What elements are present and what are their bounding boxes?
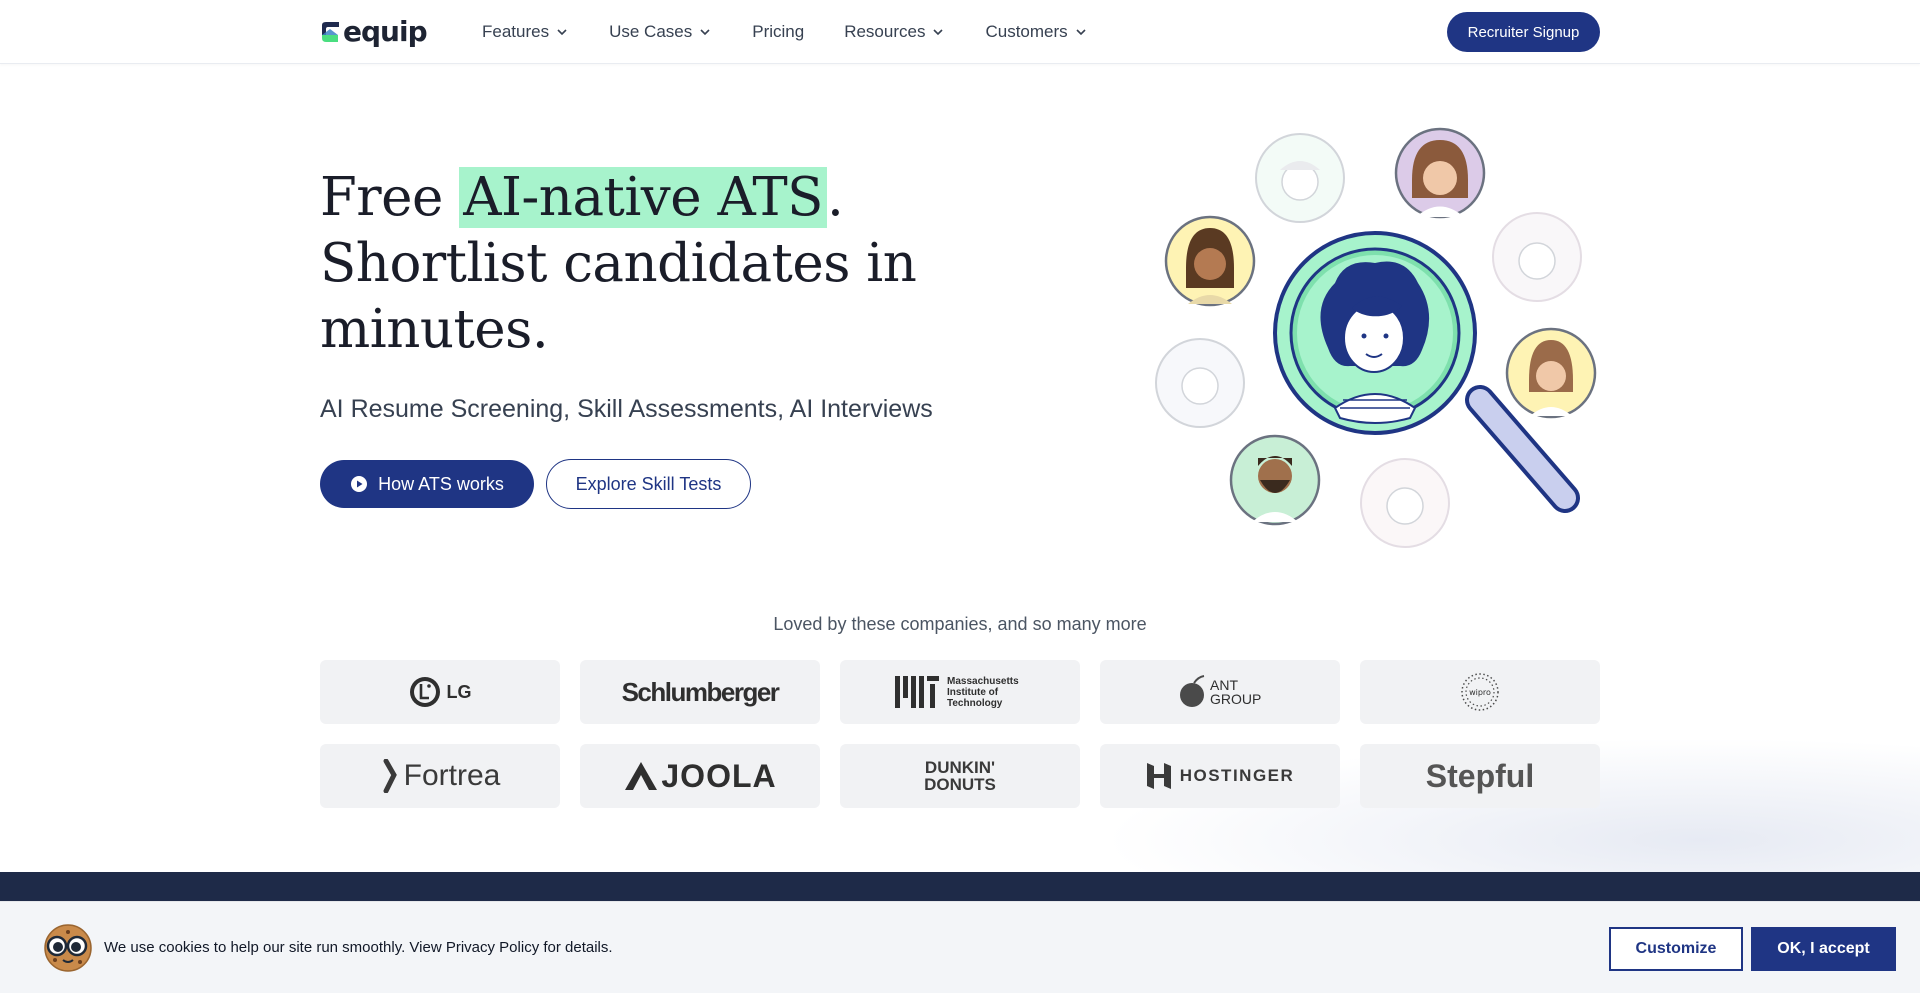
hostinger-logo-text: HOSTINGER: [1179, 766, 1295, 785]
hero-title: Free AI-native ATS. Shortlist candidates…: [320, 165, 917, 363]
lg-logo-text: LG: [446, 681, 472, 702]
equip-logo-mark-icon: [322, 22, 339, 42]
fortrea-logo-text: Fortrea: [403, 759, 501, 792]
nav-features[interactable]: Features: [482, 22, 569, 42]
hero-title-prefix: Free: [320, 167, 460, 228]
ant-group-logo-text: ANT GROUP: [1210, 677, 1262, 707]
cookie-message: We use cookies to help our site run smoo…: [104, 939, 613, 956]
hero-subtitle: AI Resume Screening, Skill Assessments, …: [320, 395, 933, 423]
hostinger-logo-icon: [1146, 763, 1171, 789]
equip-logo[interactable]: equip: [320, 15, 428, 48]
nav-customers[interactable]: Customers: [985, 22, 1087, 42]
avatar-woman-purple: [1394, 127, 1486, 219]
mit-logo-icon: [895, 676, 939, 708]
company-logo-lg: LG: [320, 660, 560, 724]
company-logo-grid: LG Schlumberger Massachusetts Institute …: [320, 660, 1600, 808]
how-ats-works-label: How ATS works: [378, 473, 504, 494]
company-logo-mit: Massachusetts Institute of Technology: [840, 660, 1080, 724]
schlumberger-logo-text: Schlumberger: [621, 676, 780, 707]
explore-skill-tests-button[interactable]: Explore Skill Tests: [546, 459, 751, 509]
cookie-icon: [44, 924, 92, 972]
cookie-accept-button[interactable]: OK, I accept: [1751, 927, 1896, 971]
nav-customers-label: Customers: [985, 22, 1068, 41]
top-navbar: equip Features Use Cases Pricing Resourc…: [0, 0, 1920, 64]
stepful-logo-text: Stepful: [1425, 757, 1535, 794]
cookie-consent-bar: We use cookies to help our site run smoo…: [0, 901, 1920, 993]
chevron-down-icon: [557, 29, 567, 36]
joola-logo-text: JOOLA: [661, 757, 777, 794]
avatar-faded-left: [1155, 338, 1245, 428]
chevron-down-icon: [1076, 29, 1086, 36]
hero-title-line2: Shortlist candidates in: [320, 233, 917, 294]
play-icon: [351, 476, 368, 492]
hero-title-highlight: AI-native ATS: [459, 167, 827, 228]
nav-links: Features Use Cases Pricing Resources Cus…: [482, 0, 1128, 64]
hero-title-line3: minutes.: [320, 299, 549, 360]
mit-logo-text: Massachusetts Institute of Technology: [947, 675, 1019, 709]
wipro-logo-text: wipro: [1469, 688, 1491, 697]
hero-title-suffix: .: [826, 167, 844, 228]
joola-logo-icon: [625, 762, 658, 790]
nav-resources-label: Resources: [844, 22, 926, 41]
avatar-woman-right-yellow: [1505, 327, 1597, 419]
nav-use-cases[interactable]: Use Cases: [609, 22, 712, 42]
company-logo-fortrea: Fortrea: [320, 744, 560, 808]
ant-group-logo-icon: [1180, 675, 1205, 707]
recruiter-signup-button[interactable]: Recruiter Signup: [1447, 12, 1600, 52]
nav-use-cases-label: Use Cases: [609, 22, 693, 41]
wipro-logo-icon: wipro: [1461, 673, 1499, 711]
company-logo-wipro: wipro: [1360, 660, 1600, 724]
nav-pricing[interactable]: Pricing: [752, 22, 804, 42]
companies-heading: Loved by these companies, and so many mo…: [773, 614, 1147, 634]
company-logo-joola: JOOLA: [580, 744, 820, 808]
nav-pricing-label: Pricing: [752, 22, 805, 41]
logo-wordmark: equip: [343, 15, 428, 48]
nav-features-label: Features: [482, 22, 550, 41]
nav-resources[interactable]: Resources: [844, 22, 945, 42]
company-logo-hostinger: HOSTINGER: [1100, 744, 1340, 808]
avatar-woman-yellow: [1164, 215, 1256, 307]
chevron-down-icon: [933, 29, 944, 36]
chevron-down-icon: [700, 29, 710, 36]
dunkin-logo-text: DUNKIN' DONUTS: [924, 758, 996, 794]
company-logo-stepful: Stepful: [1360, 744, 1600, 808]
company-logo-schlumberger: Schlumberger: [580, 660, 820, 724]
fortrea-logo-icon: [383, 759, 397, 793]
how-ats-works-button[interactable]: How ATS works: [320, 460, 534, 508]
candidate-search-illustration: [1155, 127, 1597, 548]
avatar-faded-top: [1255, 133, 1345, 223]
company-logo-dunkin: DUNKIN' DONUTS: [840, 744, 1080, 808]
cookie-customize-button[interactable]: Customize: [1609, 927, 1743, 971]
avatar-man-beard: [1229, 434, 1321, 526]
avatar-faded-bottom: [1360, 458, 1450, 548]
company-logo-ant-group: ANT GROUP: [1100, 660, 1340, 724]
avatar-faded-right: [1492, 212, 1582, 302]
